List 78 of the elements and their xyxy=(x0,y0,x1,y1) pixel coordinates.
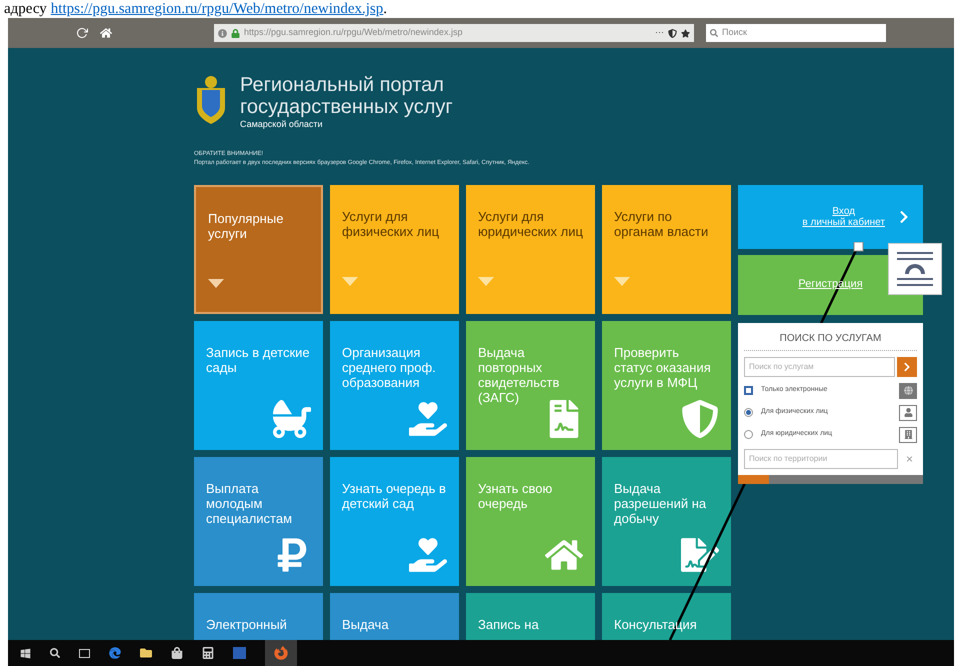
territory-search-field[interactable]: Поиск по территории xyxy=(744,448,898,468)
search-icon xyxy=(710,29,718,37)
service-tile[interactable]: Запись на xyxy=(466,592,595,640)
clear-button[interactable]: × xyxy=(906,450,917,468)
shield-icon xyxy=(681,400,719,438)
firefox-browser-icon[interactable] xyxy=(274,646,288,660)
service-tile[interactable]: Проверить статус оказания услуги в МФЦ xyxy=(602,320,731,450)
edge-browser-icon[interactable] xyxy=(109,647,121,659)
dropdown-triangle-icon xyxy=(208,278,224,288)
coat-of-arms-icon xyxy=(194,74,228,126)
dropdown-triangle-icon xyxy=(478,276,494,286)
globe-filter-icon[interactable] xyxy=(899,382,917,398)
service-tile[interactable]: Узнать свою очередь xyxy=(466,456,595,586)
panel-heading: ПОИСК ПО УСЛУГАМ xyxy=(744,330,917,350)
info-icon[interactable] xyxy=(218,28,227,38)
service-tile[interactable]: Выдача разрешений на добычу xyxy=(602,456,731,586)
browser-search-field[interactable]: Поиск xyxy=(706,24,886,42)
person-icon[interactable] xyxy=(899,404,917,420)
radio-button[interactable] xyxy=(744,408,753,417)
tile-label: Запись на xyxy=(478,616,540,632)
login-link[interactable]: Вход в личный кабинет xyxy=(802,206,885,228)
service-tile[interactable]: Выдача xyxy=(330,592,459,640)
tile-label: Выдача повторных свидетельств (ЗАГС) xyxy=(478,344,560,404)
document-link[interactable]: https://pgu.samregion.ru/rpgu/Web/metro/newindex.jsp xyxy=(50,0,384,18)
tile-label: Запись в детские сады xyxy=(206,344,311,374)
store-bag-icon[interactable] xyxy=(171,647,183,659)
tile-label: Выплата молодым специалистам xyxy=(206,480,294,526)
category-tile[interactable]: Услуги для юридических лиц xyxy=(466,184,595,314)
service-search-field[interactable]: Поиск по услугам xyxy=(744,356,895,376)
dropdown-triangle-icon xyxy=(614,276,630,286)
task-view-icon[interactable] xyxy=(79,648,90,658)
building-icon[interactable] xyxy=(899,426,917,442)
category-tile[interactable]: Популярные услуги xyxy=(194,184,323,314)
document-text: адресу xyxy=(4,0,47,18)
lock-icon xyxy=(231,28,240,38)
tile-label: Узнать очередь в детский сад xyxy=(342,480,447,510)
radio-button[interactable] xyxy=(744,430,753,439)
search-placeholder: Поиск xyxy=(722,26,747,40)
service-tile[interactable]: Электронный xyxy=(194,592,323,640)
folder-icon[interactable] xyxy=(140,647,152,659)
tile-label: Выдача xyxy=(342,616,390,632)
tile-label: Выдача разрешений на добычу xyxy=(614,480,708,526)
page-actions-button[interactable]: ··· xyxy=(655,26,664,40)
layout-options-menu[interactable] xyxy=(888,243,942,295)
portal-subtitle: Самарской области xyxy=(240,118,324,131)
service-tile[interactable]: Выплата молодым специалистам xyxy=(194,456,323,586)
url-text: https://pgu.samregion.ru/rpgu/Web/metro/newindex.jsp xyxy=(244,26,462,40)
tile-label: Узнать свою очередь xyxy=(478,480,554,510)
portal-title: Региональный портал xyxy=(240,74,445,96)
category-tile[interactable]: Услуги для физических лиц xyxy=(330,184,459,314)
start-icon[interactable] xyxy=(20,648,31,658)
chevron-right-icon xyxy=(902,362,912,372)
search-icon[interactable] xyxy=(50,648,60,658)
calculator-icon[interactable] xyxy=(202,647,214,659)
reload-icon[interactable] xyxy=(76,27,88,39)
active-app-slot[interactable] xyxy=(265,640,297,666)
tile-label: Проверить статус оказания услуги в МФЦ xyxy=(614,344,712,390)
service-tile[interactable]: Организация среднего проф. образования xyxy=(330,320,459,450)
tile-label: Организация среднего проф. образования xyxy=(342,344,437,390)
checkbox[interactable] xyxy=(744,386,753,395)
category-tile[interactable]: Услуги по органам власти xyxy=(602,184,731,314)
service-tile[interactable]: Запись в детские сады xyxy=(194,320,323,450)
bookmark-star-icon[interactable] xyxy=(681,28,690,38)
search-go-button[interactable] xyxy=(897,356,917,376)
tile-label: Услуги по органам власти xyxy=(614,208,710,238)
dropdown-triangle-icon xyxy=(342,276,358,286)
tile-label: Популярные услуги xyxy=(208,210,284,240)
stroller-icon xyxy=(273,400,311,438)
document-text: . xyxy=(383,0,388,18)
tile-label: Услуги для юридических лиц xyxy=(478,208,583,238)
address-bar[interactable]: https://pgu.samregion.ru/rpgu/Web/metro/newindex.jsp ··· xyxy=(214,24,694,42)
service-tile[interactable]: Выдача повторных свидетельств (ЗАГС) xyxy=(466,320,595,450)
login-tile[interactable]: Вход в личный кабинет xyxy=(738,184,923,248)
tile-label: Услуги для физических лиц xyxy=(342,208,440,238)
portal-title: государственных услуг xyxy=(240,96,453,118)
service-tile[interactable]: Узнать очередь в детский сад xyxy=(330,456,459,586)
home-icon[interactable] xyxy=(100,27,112,39)
tile-label: Электронный xyxy=(206,616,288,632)
